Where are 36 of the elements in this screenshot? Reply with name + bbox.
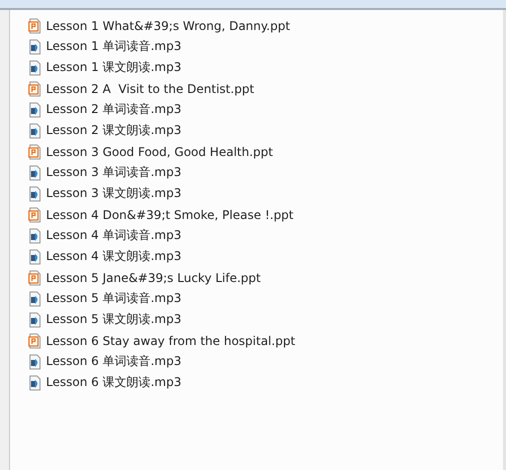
file-name[interactable]: Lesson 2 A Visit to the Dentist.ppt xyxy=(46,82,254,96)
file-name[interactable]: Lesson 4 单词读音.mp3 xyxy=(46,227,182,244)
audio-file-icon xyxy=(27,102,43,118)
file-name[interactable]: Lesson 3 Good Food, Good Health.ppt xyxy=(46,144,273,158)
file-name[interactable]: Lesson 4 课文朗读.mp3 xyxy=(46,248,182,265)
file-name[interactable]: Lesson 6 Stay away from the hospital.ppt xyxy=(46,334,296,348)
audio-file-icon xyxy=(27,374,43,390)
presentation-file-icon xyxy=(27,270,43,286)
file-name[interactable]: Lesson 5 Jane&#39;s Lucky Life.ppt xyxy=(46,270,261,284)
file-name[interactable]: Lesson 3 课文朗读.mp3 xyxy=(46,185,182,202)
audio-file-icon xyxy=(27,248,43,264)
audio-file-icon xyxy=(27,60,43,76)
file-name[interactable]: Lesson 5 课文朗读.mp3 xyxy=(46,311,182,328)
audio-file-icon xyxy=(27,38,43,54)
file-name[interactable]: Lesson 2 单词读音.mp3 xyxy=(46,101,182,118)
file-name[interactable]: Lesson 4 Don&#39;t Smoke, Please !.ppt xyxy=(46,208,294,222)
file-name[interactable]: Lesson 6 单词读音.mp3 xyxy=(46,353,182,370)
file-name[interactable]: Lesson 1 What&#39;s Wrong, Danny.ppt xyxy=(46,18,290,32)
audio-file-icon xyxy=(27,164,43,180)
presentation-file-icon xyxy=(27,80,43,96)
file-name[interactable]: Lesson 5 单词读音.mp3 xyxy=(46,290,182,307)
audio-file-icon xyxy=(27,186,43,202)
presentation-file-icon xyxy=(27,18,43,34)
audio-file-icon xyxy=(27,312,43,328)
file-name[interactable]: Lesson 6 课文朗读.mp3 xyxy=(46,374,182,391)
audio-file-icon xyxy=(27,290,43,306)
file-name[interactable]: Lesson 2 课文朗读.mp3 xyxy=(46,122,182,139)
presentation-file-icon xyxy=(27,144,43,160)
presentation-file-icon xyxy=(27,332,43,348)
file-name[interactable]: Lesson 1 课文朗读.mp3 xyxy=(46,59,182,76)
file-name[interactable]: Lesson 3 单词读音.mp3 xyxy=(46,164,182,181)
audio-file-icon xyxy=(27,122,43,138)
presentation-file-icon xyxy=(27,206,43,222)
audio-file-icon xyxy=(27,228,43,244)
file-name[interactable]: Lesson 1 单词读音.mp3 xyxy=(46,38,182,55)
audio-file-icon xyxy=(27,354,43,370)
